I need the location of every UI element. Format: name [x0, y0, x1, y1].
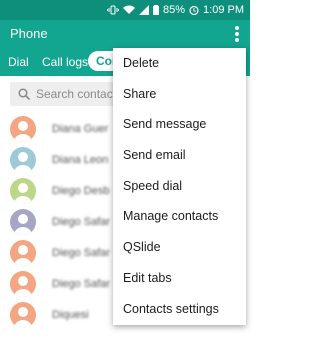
status-icons: 85% 1:09 PM [107, 0, 244, 20]
search-placeholder: Search contacts [36, 87, 123, 101]
search-icon [18, 88, 30, 100]
menu-item-send-message[interactable]: Send message [113, 109, 246, 140]
contact-name: Diquesi [52, 309, 89, 321]
status-time: 1:09 PM [203, 4, 244, 16]
battery-icon [153, 5, 159, 15]
avatar [10, 178, 36, 204]
menu-item-manage-contacts[interactable]: Manage contacts [113, 201, 246, 232]
app-title: Phone [10, 26, 48, 41]
avatar [10, 302, 36, 328]
battery-percent: 85% [163, 4, 186, 16]
menu-item-contacts-settings[interactable]: Contacts settings [113, 294, 246, 325]
alarm-icon [189, 5, 199, 15]
app-bar: Phone [0, 20, 250, 48]
menu-item-qslide[interactable]: QSlide [113, 232, 246, 263]
contact-name: Diego Safar [52, 278, 111, 290]
avatar [10, 271, 36, 297]
contact-name: Diego Safar [52, 247, 111, 259]
tab-call-logs[interactable]: Call logs [42, 55, 88, 69]
menu-item-speed-dial[interactable]: Speed dial [113, 171, 246, 202]
contact-name: Diego Desb [52, 185, 110, 197]
avatar [10, 147, 36, 173]
tab-dial[interactable]: Dial [8, 55, 29, 69]
vibrate-icon [107, 5, 119, 15]
wifi-icon [123, 5, 135, 14]
menu-item-edit-tabs[interactable]: Edit tabs [113, 263, 246, 294]
contact-name: Diana Guer [52, 123, 109, 135]
status-bar: 85% 1:09 PM [0, 0, 250, 20]
contact-name: Diana Leon [52, 154, 109, 166]
avatar [10, 240, 36, 266]
menu-item-delete[interactable]: Delete [113, 48, 246, 79]
menu-item-share[interactable]: Share [113, 79, 246, 110]
overflow-menu-icon[interactable] [234, 24, 240, 44]
avatar [10, 116, 36, 142]
menu-item-send-email[interactable]: Send email [113, 140, 246, 171]
signal-icon [139, 5, 149, 15]
overflow-menu: Delete Share Send message Send email Spe… [113, 48, 246, 325]
avatar [10, 209, 36, 235]
contact-name: Diego Safar [52, 216, 111, 228]
